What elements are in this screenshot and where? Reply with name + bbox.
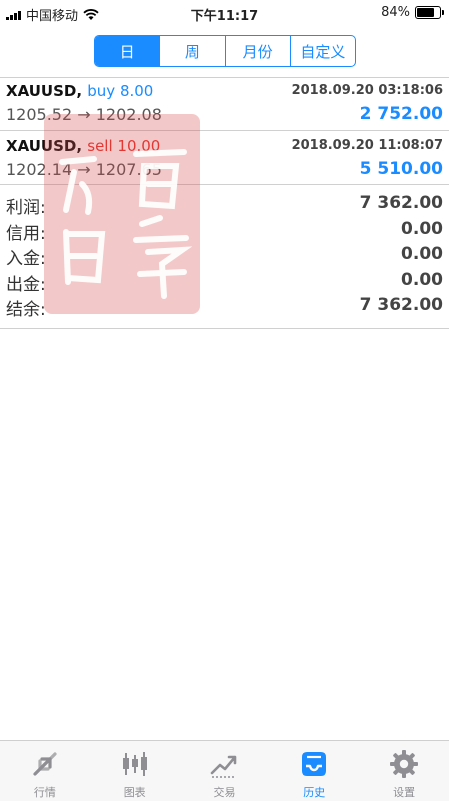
gear-icon bbox=[390, 750, 419, 778]
battery-percent: 84% bbox=[381, 5, 410, 20]
status-right: 84% bbox=[381, 5, 444, 20]
quotes-arrows-icon bbox=[33, 752, 57, 776]
summary-row-balance: 结余: 7 362.00 bbox=[0, 295, 449, 321]
trade-row[interactable]: XAUUSD, sell 10.00 2018.09.20 11:08:07 1… bbox=[0, 134, 449, 184]
trade-datetime: 2018.09.20 11:08:07 bbox=[291, 138, 443, 153]
trade-profit: 2 752.00 bbox=[359, 104, 443, 124]
tab-month[interactable]: 月份 bbox=[224, 36, 290, 66]
divider bbox=[0, 328, 449, 329]
bottom-tab-label: 设置 bbox=[393, 786, 416, 799]
bottom-tab-history[interactable]: 历史 bbox=[269, 741, 359, 801]
trade-symbol: XAUUSD, bbox=[6, 82, 83, 100]
bottom-tab-label: 图表 bbox=[123, 786, 146, 799]
history-inbox-icon bbox=[302, 752, 327, 776]
tab-week[interactable]: 周 bbox=[159, 36, 224, 66]
summary-label: 信用: bbox=[6, 223, 46, 244]
summary-label: 出金: bbox=[6, 274, 46, 295]
tab-custom[interactable]: 自定义 bbox=[289, 36, 355, 66]
trade-symbol-line: XAUUSD, buy 8.00 bbox=[6, 82, 153, 100]
summary-label: 入金: bbox=[6, 249, 46, 269]
account-summary: 利润: 7 362.00 信用: 0.00 入金: 0.00 出金: 0.00 … bbox=[0, 193, 449, 321]
bottom-tab-label: 行情 bbox=[33, 786, 56, 799]
bottom-tab-trade[interactable]: 交易 bbox=[180, 741, 270, 801]
summary-value: 7 362.00 bbox=[359, 193, 443, 213]
bottom-tab-label: 交易 bbox=[213, 786, 236, 799]
trade-line-icon bbox=[211, 755, 237, 778]
period-segmented-control: 日 周 月份 自定义 bbox=[94, 35, 356, 67]
summary-label: 结余: bbox=[6, 300, 46, 320]
trade-prices: 1205.52 → 1202.08 bbox=[6, 105, 162, 124]
divider bbox=[0, 77, 449, 78]
trade-prices: 1202.14 → 1207.65 bbox=[6, 160, 162, 179]
bottom-tab-settings[interactable]: 设置 bbox=[359, 741, 449, 801]
divider bbox=[0, 184, 449, 185]
trade-row[interactable]: XAUUSD, buy 8.00 2018.09.20 03:18:06 120… bbox=[0, 79, 449, 129]
summary-row-credit: 信用: 0.00 bbox=[0, 219, 449, 245]
trade-symbol: XAUUSD, bbox=[6, 137, 83, 155]
divider bbox=[0, 130, 449, 131]
trade-symbol-line: XAUUSD, sell 10.00 bbox=[6, 137, 160, 155]
trade-action: sell 10.00 bbox=[87, 137, 161, 155]
bottom-tab-bar: 行情 图表 交易 历史 设置 bbox=[0, 740, 449, 801]
status-bar: 中国移动 下午11:17 84% bbox=[0, 0, 449, 26]
bottom-tab-label: 历史 bbox=[303, 786, 326, 799]
summary-value: 0.00 bbox=[401, 244, 443, 264]
tab-day[interactable]: 日 bbox=[95, 36, 160, 66]
battery-icon bbox=[415, 6, 444, 19]
bottom-tab-chart[interactable]: 图表 bbox=[90, 741, 180, 801]
summary-row-withdrawal: 出金: 0.00 bbox=[0, 270, 449, 296]
trade-action: buy 8.00 bbox=[87, 82, 154, 100]
bottom-tab-quotes[interactable]: 行情 bbox=[0, 741, 90, 801]
trade-datetime: 2018.09.20 03:18:06 bbox=[291, 83, 443, 98]
summary-value: 0.00 bbox=[401, 218, 443, 239]
summary-value: 7 362.00 bbox=[359, 295, 443, 315]
summary-row-deposit: 入金: 0.00 bbox=[0, 244, 449, 270]
summary-row-profit: 利润: 7 362.00 bbox=[0, 193, 449, 219]
summary-value: 0.00 bbox=[401, 269, 443, 290]
trade-profit: 5 510.00 bbox=[359, 159, 443, 179]
summary-label: 利润: bbox=[6, 198, 46, 218]
candlestick-chart-icon bbox=[122, 752, 147, 776]
